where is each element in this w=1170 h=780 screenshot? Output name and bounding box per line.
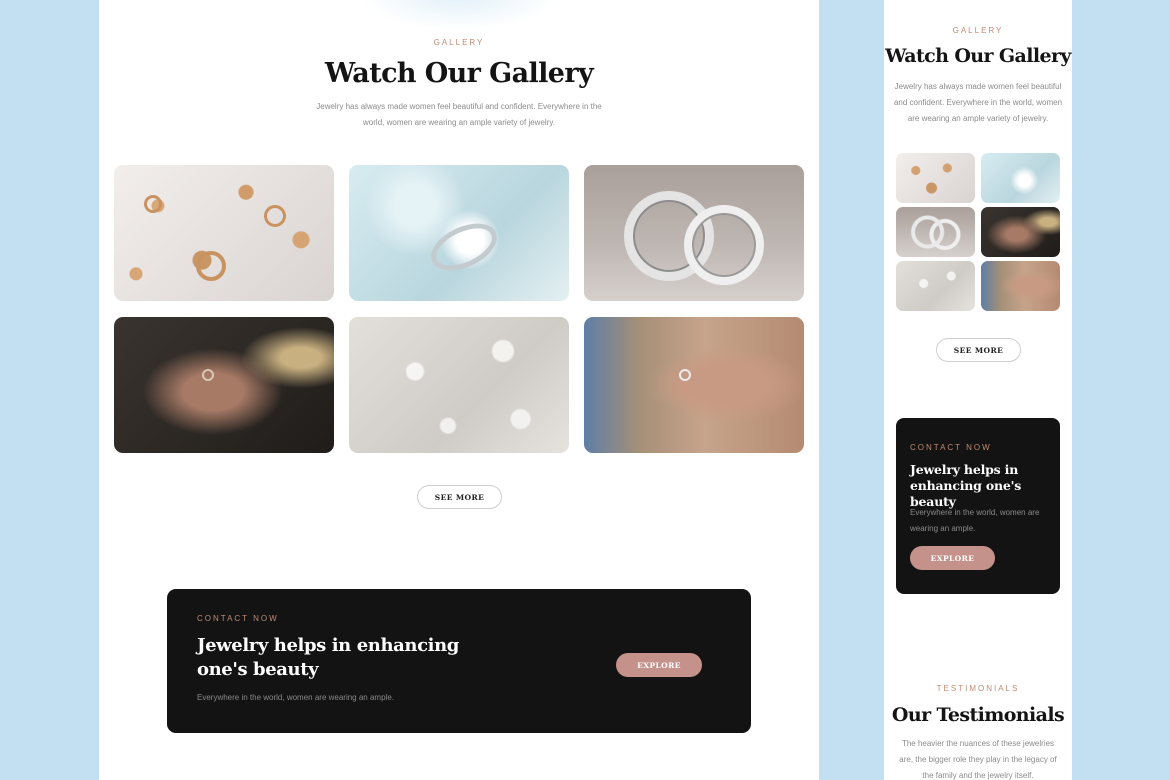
gallery-grid <box>114 165 804 453</box>
mobile-crystals-on-fabric-photo[interactable] <box>896 261 975 311</box>
mobile-contact-subtitle: Everywhere in the world, women are weari… <box>910 508 1040 533</box>
gallery-title: Watch Our Gallery <box>324 58 594 89</box>
gold-rings-display-photo[interactable] <box>114 165 334 301</box>
woman-hand-ring-photo[interactable] <box>584 317 804 453</box>
explore-button[interactable]: EXPLORE <box>616 653 702 677</box>
mobile-silver-wedding-bands-photo[interactable] <box>896 207 975 257</box>
gallery-eyebrow: GALLERY <box>433 38 485 47</box>
mobile-see-more-button[interactable]: SEE MORE <box>936 338 1021 362</box>
mobile-gold-rings-display-photo[interactable] <box>896 153 975 203</box>
testimonials-title: Our Testimonials <box>891 704 1065 726</box>
mobile-gallery-subtitle: Jewelry has always made women feel beaut… <box>893 82 1063 123</box>
contact-subtitle: Everywhere in the world, women are weari… <box>197 693 394 702</box>
desktop-preview: GALLERY Watch Our Gallery Jewelry has al… <box>99 0 819 780</box>
testimonials-eyebrow: TESTIMONIALS <box>936 684 1020 693</box>
mobile-gallery-grid <box>896 153 1060 311</box>
mobile-contact-title: Jewelry helps in enhancing one's beauty <box>910 462 1022 509</box>
mobile-diamond-ring-closeup-photo[interactable] <box>981 153 1060 203</box>
mobile-contact-eyebrow: CONTACT NOW <box>910 443 992 452</box>
diamond-ring-closeup-photo[interactable] <box>349 165 569 301</box>
mobile-preview: GALLERY Watch Our Gallery Jewelry has al… <box>884 0 1072 780</box>
mobile-explore-button[interactable]: EXPLORE <box>910 546 995 570</box>
testimonials-subtitle: The heavier the nuances of these jewelri… <box>899 739 1057 780</box>
gallery-subtitle: Jewelry has always made women feel beaut… <box>316 102 602 127</box>
mobile-hand-with-ring-photo[interactable] <box>981 207 1060 257</box>
hand-with-ring-photo[interactable] <box>114 317 334 453</box>
silver-wedding-bands-photo[interactable] <box>584 165 804 301</box>
see-more-button[interactable]: SEE MORE <box>417 485 502 509</box>
mobile-gallery-title: Watch Our Gallery <box>885 45 1071 67</box>
contact-eyebrow: CONTACT NOW <box>197 614 279 623</box>
contact-card: CONTACT NOW Jewelry helps in enhancing o… <box>167 589 751 733</box>
mobile-woman-hand-ring-photo[interactable] <box>981 261 1060 311</box>
mobile-gallery-eyebrow: GALLERY <box>952 26 1004 35</box>
contact-title: Jewelry helps in enhancing one's beauty <box>197 635 459 680</box>
crystals-on-fabric-photo[interactable] <box>349 317 569 453</box>
mobile-contact-card: CONTACT NOW Jewelry helps in enhancing o… <box>896 418 1060 594</box>
decorative-glow <box>359 0 559 30</box>
